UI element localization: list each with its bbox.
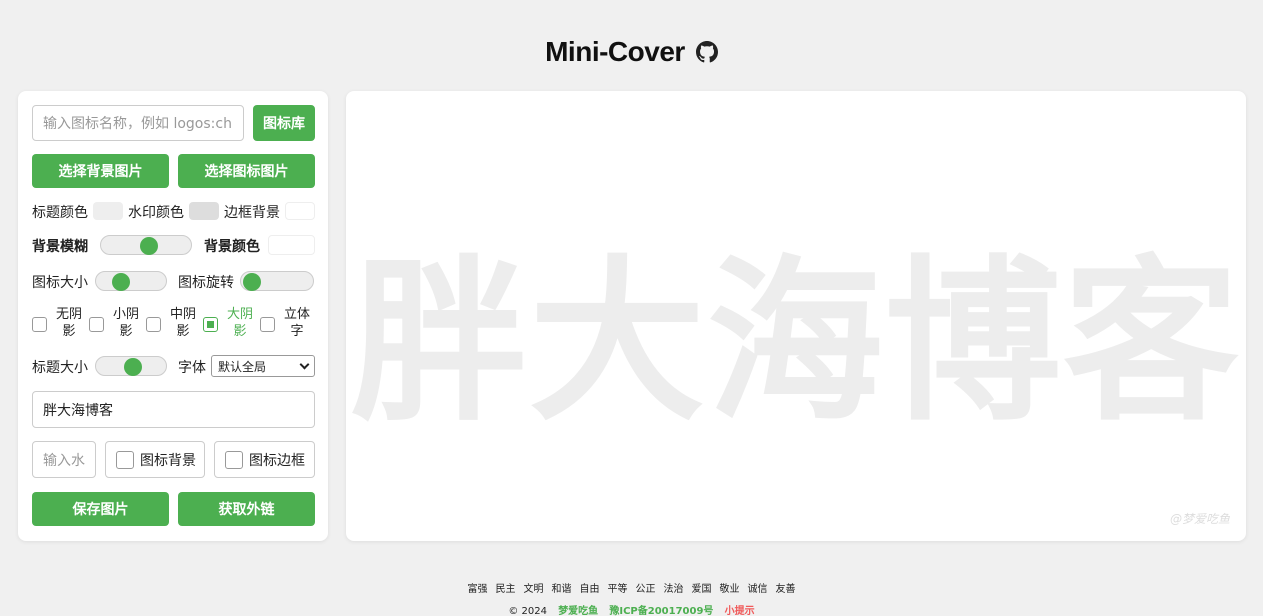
footer-core-values: 富强 民主 文明 和谐 自由 平等 公正 法治 爱国 敬业 诚信 友善: [0, 580, 1263, 595]
shadow-label: 大阴影: [225, 306, 255, 340]
select-bg-image-button[interactable]: 选择背景图片: [32, 154, 169, 188]
border-bg-color-picker[interactable]: [285, 202, 315, 220]
shadow-checkbox[interactable]: [32, 317, 47, 332]
shadow-checkbox[interactable]: [203, 317, 218, 332]
icon-bg-option[interactable]: 图标背景: [105, 441, 205, 478]
border-bg-label: 边框背景: [224, 205, 280, 221]
title-size-slider-knob[interactable]: [124, 358, 143, 376]
title-size-label: 标题大小: [32, 360, 88, 376]
shadow-label-line1: 立体: [283, 307, 310, 322]
footer-info: © 2024 梦爱吃鱼 豫ICP备20017009号 小提示: [0, 602, 1263, 616]
icon-border-label: 图标边框: [249, 452, 305, 469]
footer-value-item: 自由: [579, 584, 600, 595]
control-panel: 输入图标名称，例如 logos:chrome 图标库 选择背景图片 选择图标图片…: [18, 91, 328, 541]
title-input-value: 胖大海博客: [43, 402, 113, 419]
bg-blur-slider[interactable]: [100, 235, 192, 255]
preview-title-text: 胖大海博客: [350, 240, 1241, 445]
font-select[interactable]: 默认全局: [211, 355, 315, 377]
watermark-color-picker[interactable]: [189, 202, 219, 220]
footer-value-item: 爱国: [691, 584, 712, 595]
footer-author-link[interactable]: 梦爱吃鱼: [558, 606, 598, 616]
shadow-label-line1: 小阴: [112, 307, 139, 322]
icon-border-checkbox[interactable]: [225, 450, 243, 469]
shadow-label-line2: 影: [176, 324, 190, 339]
footer-value-item: 法治: [663, 584, 684, 595]
shadow-checkbox[interactable]: [146, 317, 161, 332]
shadow-checkbox[interactable]: [89, 317, 104, 332]
footer-value-item: 民主: [495, 584, 516, 595]
footer-copyright: © 2024: [508, 606, 547, 616]
shadow-label-line1: 大阴: [226, 307, 253, 322]
footer-value-item: 敬业: [719, 584, 740, 595]
icon-name-placeholder: 输入图标名称，例如 logos:chrome: [43, 116, 233, 132]
title-size-slider[interactable]: [95, 356, 167, 376]
shadow-label: 立体字: [282, 306, 312, 340]
chevron-down-icon: [299, 359, 310, 369]
shadow-label-line1: 中阴: [169, 307, 196, 322]
footer-value-item: 和谐: [551, 584, 572, 595]
get-link-button[interactable]: 获取外链: [178, 492, 315, 526]
font-select-value: 默认全局: [218, 359, 267, 374]
cover-preview: 胖大海博客 @梦爱吃鱼: [346, 91, 1246, 541]
icon-size-label: 图标大小: [32, 275, 88, 291]
icon-name-input[interactable]: 输入图标名称，例如 logos:chrome: [32, 105, 244, 141]
shadow-label-line2: 影: [119, 324, 133, 339]
footer-value-item: 公正: [635, 584, 656, 595]
icon-library-button[interactable]: 图标库: [253, 105, 315, 141]
bg-color-picker[interactable]: [268, 235, 315, 255]
icon-rotate-label: 图标旋转: [178, 275, 234, 291]
shadow-label-line2: 影: [62, 324, 76, 339]
icon-bg-checkbox[interactable]: [116, 450, 134, 469]
app-header: Mini-Cover: [0, 36, 1263, 68]
bg-blur-label: 背景模糊: [32, 239, 88, 255]
icon-rotate-slider[interactable]: [240, 271, 314, 291]
preview-watermark: @梦爱吃鱼: [1169, 512, 1230, 526]
footer-value-item: 友善: [775, 584, 796, 595]
icon-bg-label: 图标背景: [140, 452, 196, 469]
bg-color-label: 背景颜色: [204, 239, 260, 255]
title-color-picker[interactable]: [93, 202, 123, 220]
watermark-input-placeholder: 输入水印: [43, 452, 85, 469]
footer-value-item: 文明: [523, 584, 544, 595]
footer-value-item: 诚信: [747, 584, 768, 595]
shadow-checkbox[interactable]: [260, 317, 275, 332]
icon-border-option[interactable]: 图标边框: [214, 441, 315, 478]
github-icon[interactable]: [695, 41, 718, 63]
shadow-label: 无阴影: [54, 306, 84, 340]
icon-rotate-slider-knob[interactable]: [243, 273, 261, 291]
shadow-options: 无阴影小阴影中阴影大阴影立体字: [32, 305, 315, 343]
footer-value-item: 富强: [467, 584, 488, 595]
icon-size-slider[interactable]: [95, 271, 167, 291]
watermark-color-label: 水印颜色: [128, 205, 184, 221]
shadow-label: 小阴影: [111, 306, 141, 340]
shadow-label-line2: 字: [290, 324, 304, 339]
shadow-label: 中阴影: [168, 306, 198, 340]
title-color-label: 标题颜色: [32, 205, 88, 221]
shadow-label-line2: 影: [233, 324, 247, 339]
app-title: Mini-Cover: [545, 36, 685, 67]
footer-icp-link[interactable]: 豫ICP备20017009号: [609, 606, 713, 616]
bg-blur-slider-knob[interactable]: [140, 237, 159, 255]
title-input[interactable]: 胖大海博客: [32, 391, 315, 428]
select-icon-image-button[interactable]: 选择图标图片: [178, 154, 315, 188]
footer-tip-link[interactable]: 小提示: [725, 606, 755, 616]
font-label: 字体: [178, 360, 206, 376]
icon-size-slider-knob[interactable]: [112, 273, 131, 291]
shadow-label-line1: 无阴: [55, 307, 82, 322]
watermark-input[interactable]: 输入水印: [32, 441, 96, 478]
save-image-button[interactable]: 保存图片: [32, 492, 169, 526]
footer-value-item: 平等: [607, 584, 628, 595]
